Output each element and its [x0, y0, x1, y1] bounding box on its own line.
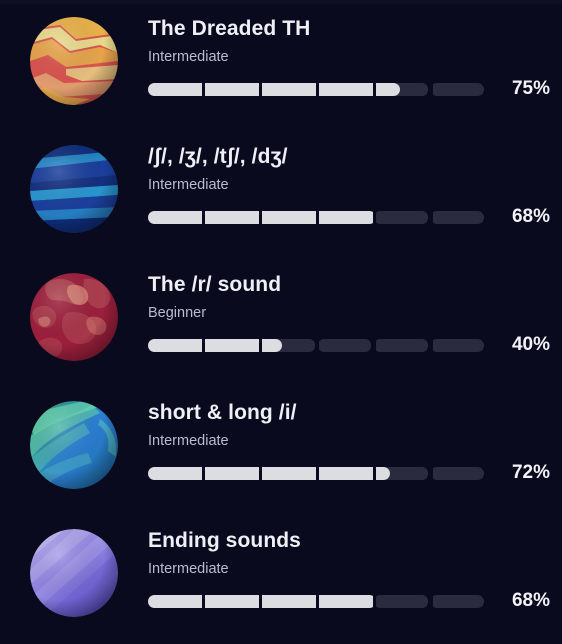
lesson-progress-line: 68%: [148, 590, 550, 612]
progress-segment: [430, 594, 484, 608]
lesson-progress-bar: [148, 210, 484, 224]
lesson-icon-wrap: [0, 132, 148, 233]
lesson-progress-bar: [148, 338, 484, 352]
lesson-row[interactable]: short & long /i/Intermediate 72%: [0, 388, 562, 516]
lesson-row[interactable]: The Dreaded TH Intermediate 75%: [0, 4, 562, 132]
lesson-icon-wrap: [0, 516, 148, 617]
lesson-progress-percent: 75%: [511, 78, 550, 99]
lesson-progress-line: 68%: [148, 206, 550, 228]
planet-neptune-icon: [30, 145, 118, 233]
lesson-title: The /r/ sound: [148, 273, 282, 296]
lesson-title: short & long /i/: [148, 401, 297, 424]
progress-fill: [148, 338, 283, 352]
lesson-progress-line: 72%: [148, 462, 550, 484]
progress-segment: [374, 594, 428, 608]
lesson-level: Intermediate: [148, 49, 229, 65]
progress-fill: [148, 82, 400, 96]
progress-segment: [317, 338, 371, 352]
lesson-level: Beginner: [148, 305, 207, 321]
lesson-level: Intermediate: [148, 561, 229, 577]
lesson-level: Intermediate: [148, 177, 229, 193]
lesson-level: Intermediate: [148, 433, 229, 449]
progress-segment: [374, 338, 428, 352]
lesson-title: /ʃ/, /ʒ/, /tʃ/, /dʒ/: [148, 145, 288, 168]
lesson-content: Ending sounds Intermediate 68%: [148, 516, 562, 612]
planet-crimson-icon: [30, 273, 118, 361]
planet-violet-icon: [30, 529, 118, 617]
lesson-icon-wrap: [0, 260, 148, 361]
progress-segment: [374, 210, 428, 224]
lesson-icon-wrap: [0, 388, 148, 489]
lesson-progress-percent: 68%: [511, 206, 550, 227]
lesson-progress-percent: 68%: [511, 590, 550, 611]
progress-segment: [430, 210, 484, 224]
lesson-progress-percent: 40%: [511, 334, 550, 355]
lesson-row[interactable]: Ending sounds Intermediate 68%: [0, 516, 562, 644]
planet-mars-icon: [30, 17, 118, 105]
progress-segment: [430, 82, 484, 96]
lesson-progress-line: 75%: [148, 78, 550, 100]
progress-fill: [148, 210, 377, 224]
planet-aqua-icon: [30, 401, 118, 489]
lesson-row[interactable]: /ʃ/, /ʒ/, /tʃ/, /dʒ/Intermediate 68%: [0, 132, 562, 260]
lesson-content: short & long /i/Intermediate 72%: [148, 388, 562, 484]
lesson-title: The Dreaded TH: [148, 17, 311, 40]
lesson-content: The /r/ sound Beginner 40%: [148, 260, 562, 356]
lesson-progress-percent: 72%: [511, 462, 550, 483]
lesson-progress-bar: [148, 594, 484, 608]
lesson-icon-wrap: [0, 4, 148, 105]
lesson-progress-bar: [148, 466, 484, 480]
lesson-list: The Dreaded TH Intermediate 75% /ʃ/, /ʒ/, /…: [0, 4, 562, 644]
lesson-content: /ʃ/, /ʒ/, /tʃ/, /dʒ/Intermediate 68%: [148, 132, 562, 228]
lesson-progress-line: 40%: [148, 334, 550, 356]
progress-segment: [430, 338, 484, 352]
progress-fill: [148, 594, 377, 608]
lesson-row[interactable]: The /r/ sound Beginner 40%: [0, 260, 562, 388]
lesson-title: Ending sounds: [148, 529, 301, 552]
progress-fill: [148, 466, 390, 480]
progress-segment: [430, 466, 484, 480]
lesson-progress-bar: [148, 82, 484, 96]
lesson-content: The Dreaded TH Intermediate 75%: [148, 4, 562, 100]
